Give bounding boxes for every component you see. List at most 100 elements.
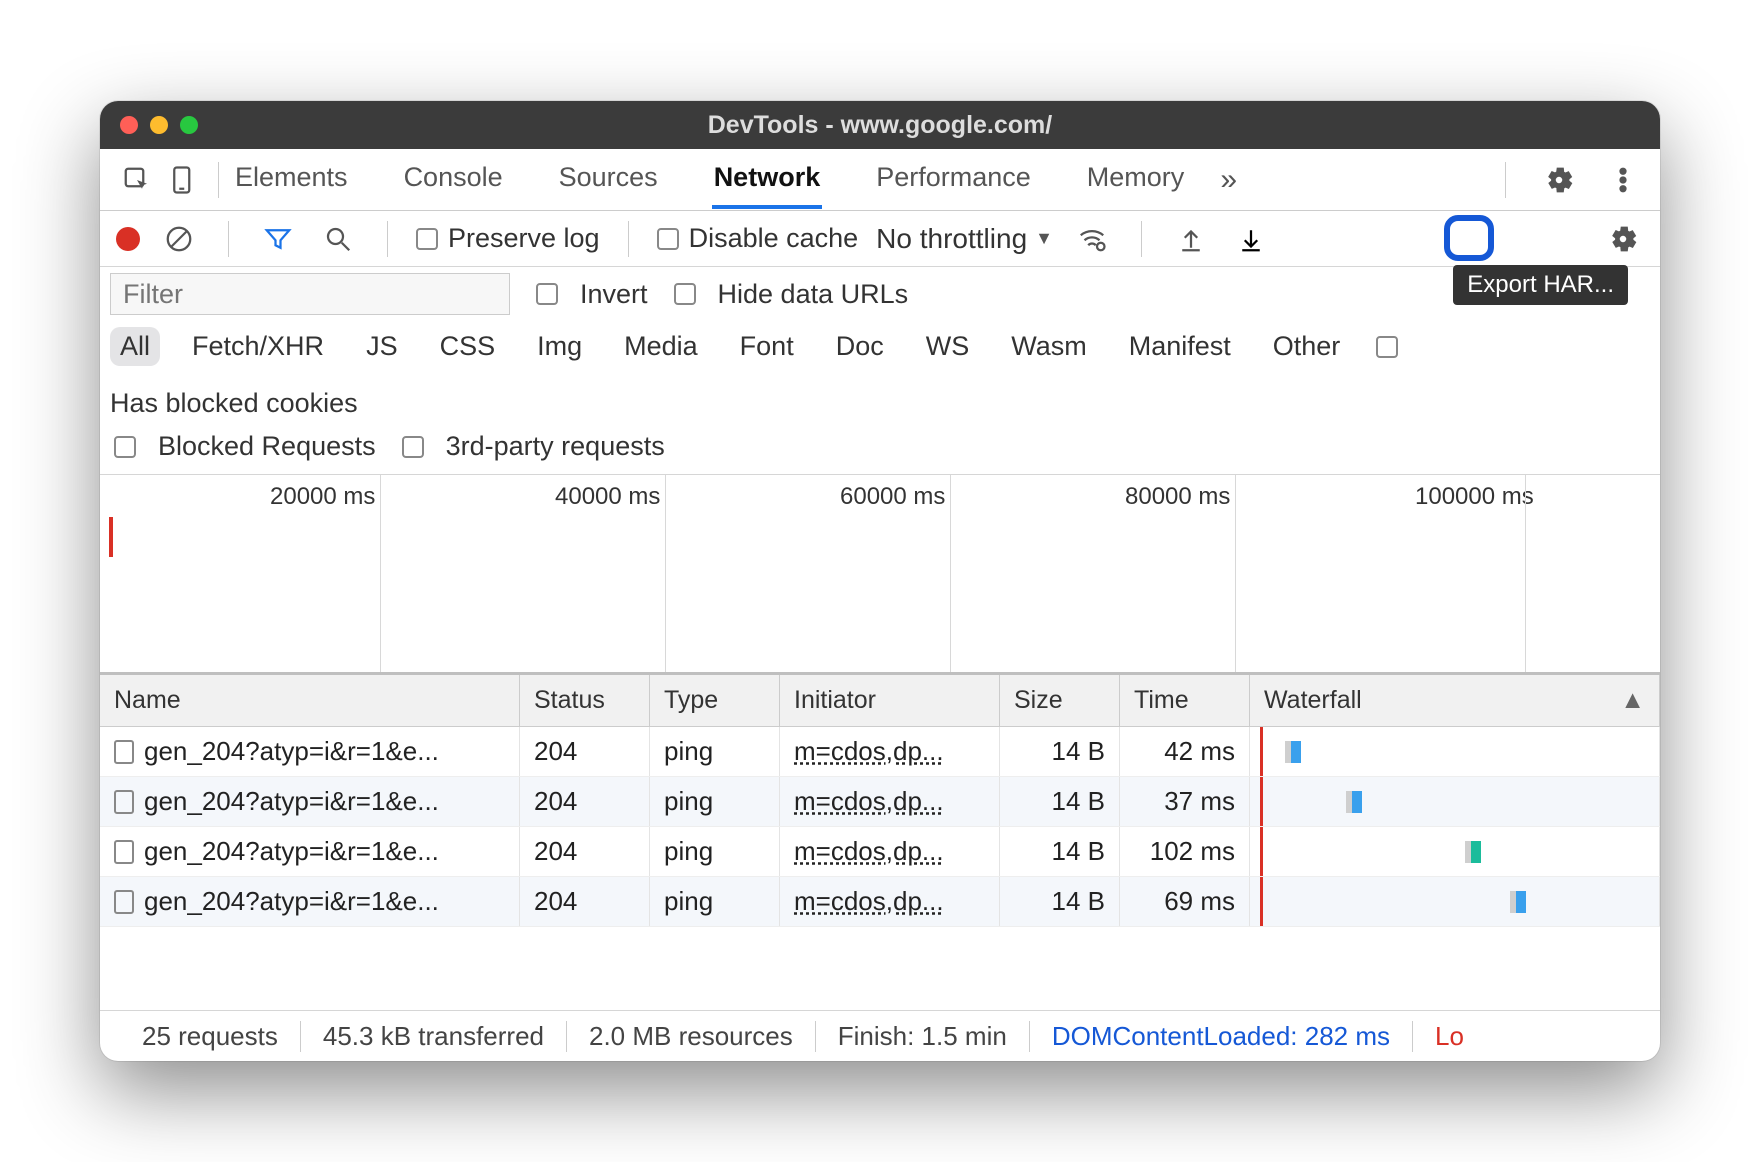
status-load: Lo: [1413, 1021, 1486, 1052]
blocked-requests-label: Blocked Requests: [158, 431, 376, 462]
tab-performance[interactable]: Performance: [874, 150, 1033, 209]
checkbox-icon[interactable]: [402, 436, 424, 458]
record-button[interactable]: [116, 227, 140, 251]
device-toolbar-icon[interactable]: [162, 159, 204, 201]
panel-tabs-row: Elements Console Sources Network Performance…: [100, 149, 1660, 211]
col-status[interactable]: Status: [520, 675, 650, 726]
request-initiator[interactable]: m=cdos,dp...: [780, 727, 1000, 776]
filter-type-font[interactable]: Font: [730, 327, 804, 366]
table-row[interactable]: gen_204?atyp=i&r=1&e...204pingm=cdos,dp.…: [100, 877, 1660, 927]
timeline-tick-label: 100000 ms: [1415, 483, 1534, 511]
import-har-icon[interactable]: [1170, 218, 1212, 260]
file-icon: [114, 740, 134, 764]
checkbox-icon[interactable]: [114, 436, 136, 458]
timeline-tick-label: 20000 ms: [270, 483, 375, 511]
filter-type-all[interactable]: All: [110, 327, 160, 366]
export-har-tooltip: Export HAR...: [1453, 265, 1628, 305]
tab-console[interactable]: Console: [402, 150, 505, 209]
filters-section: Invert Hide data URLs AllFetch/XHRJSCSSI…: [100, 267, 1660, 475]
request-waterfall: [1250, 777, 1660, 826]
status-resources: 2.0 MB resources: [567, 1021, 816, 1052]
network-toolbar: Preserve log Disable cache No throttling…: [100, 211, 1660, 267]
checkbox-icon[interactable]: [536, 283, 558, 305]
request-initiator[interactable]: m=cdos,dp...: [780, 827, 1000, 876]
clear-icon[interactable]: [158, 218, 200, 260]
filter-type-fetch-xhr[interactable]: Fetch/XHR: [182, 327, 334, 366]
timeline-gridline: [380, 475, 381, 672]
type-filter-row: All Fetch/XHR JS CSS Img Media Font Doc WS Wasm Ma…: [110, 327, 1650, 419]
table-row[interactable]: gen_204?atyp=i&r=1&e...204pingm=cdos,dp.…: [100, 727, 1660, 777]
timeline-gridline: [1525, 475, 1526, 672]
col-size[interactable]: Size: [1000, 675, 1120, 726]
checkbox-icon[interactable]: [674, 283, 696, 305]
filter-type-js[interactable]: JS: [356, 327, 408, 366]
table-row[interactable]: gen_204?atyp=i&r=1&e...204pingm=cdos,dp.…: [100, 777, 1660, 827]
disable-cache-label: Disable cache: [689, 223, 859, 254]
col-type[interactable]: Type: [650, 675, 780, 726]
window-title: DevTools - www.google.com/: [100, 111, 1660, 140]
tab-elements[interactable]: Elements: [233, 150, 350, 209]
request-size: 14 B: [1000, 877, 1120, 926]
sort-asc-icon: ▲: [1620, 686, 1645, 715]
tab-memory[interactable]: Memory: [1085, 150, 1187, 209]
request-name: gen_204?atyp=i&r=1&e...: [144, 886, 439, 917]
col-initiator[interactable]: Initiator: [780, 675, 1000, 726]
throttling-select[interactable]: No throttling ▼: [876, 223, 1053, 255]
panel-tabs: Elements Console Sources Network Performance…: [233, 150, 1186, 209]
filter-type-img[interactable]: Img: [527, 327, 592, 366]
tab-sources[interactable]: Sources: [557, 150, 660, 209]
request-initiator[interactable]: m=cdos,dp...: [780, 877, 1000, 926]
filter-input[interactable]: [110, 273, 510, 315]
col-time[interactable]: Time: [1120, 675, 1250, 726]
file-icon: [114, 840, 134, 864]
request-waterfall: [1250, 827, 1660, 876]
tab-network[interactable]: Network: [712, 150, 823, 209]
filter-type-other[interactable]: Other: [1263, 327, 1351, 366]
network-conditions-icon[interactable]: [1071, 218, 1113, 260]
network-settings-icon[interactable]: [1602, 218, 1644, 260]
settings-icon[interactable]: [1538, 159, 1580, 201]
search-icon[interactable]: [317, 218, 359, 260]
table-row[interactable]: gen_204?atyp=i&r=1&e...204pingm=cdos,dp.…: [100, 827, 1660, 877]
request-initiator[interactable]: m=cdos,dp...: [780, 777, 1000, 826]
filter-icon[interactable]: [257, 218, 299, 260]
request-status: 204: [520, 827, 650, 876]
filter-type-css[interactable]: CSS: [430, 327, 506, 366]
request-status: 204: [520, 777, 650, 826]
filter-type-wasm[interactable]: Wasm: [1001, 327, 1097, 366]
third-party-label: 3rd-party requests: [446, 431, 665, 462]
filter-type-media[interactable]: Media: [614, 327, 708, 366]
inspect-element-icon[interactable]: [116, 159, 158, 201]
filter-type-doc[interactable]: Doc: [826, 327, 894, 366]
timeline-overview[interactable]: 20000 ms40000 ms60000 ms80000 ms100000 m…: [100, 475, 1660, 675]
status-transferred: 45.3 kB transferred: [301, 1021, 567, 1052]
checkbox-icon: [657, 228, 679, 250]
more-tabs-icon[interactable]: »: [1220, 163, 1237, 197]
status-domcontentloaded: DOMContentLoaded: 282 ms: [1030, 1021, 1413, 1052]
export-har-icon[interactable]: [1230, 218, 1272, 260]
devtools-window: DevTools - www.google.com/ Elements Conso…: [100, 101, 1660, 1061]
highlight-ring: [1444, 215, 1494, 261]
separator: [1505, 162, 1506, 198]
col-name[interactable]: Name: [100, 675, 520, 726]
separator: [628, 221, 629, 257]
preserve-log-toggle[interactable]: Preserve log: [416, 223, 600, 254]
request-table: Name Status Type Initiator Size Time Wat…: [100, 675, 1660, 1011]
timeline-cursor: [109, 517, 113, 557]
checkbox-icon: [416, 228, 438, 250]
col-waterfall[interactable]: Waterfall ▲: [1250, 675, 1660, 726]
request-size: 14 B: [1000, 777, 1120, 826]
timeline-gridline: [950, 475, 951, 672]
separator: [1141, 221, 1142, 257]
hide-data-urls-label: Hide data URLs: [718, 279, 909, 310]
chevron-down-icon: ▼: [1035, 228, 1053, 249]
request-time: 69 ms: [1120, 877, 1250, 926]
checkbox-icon[interactable]: [1376, 336, 1398, 358]
request-name: gen_204?atyp=i&r=1&e...: [144, 736, 439, 767]
disable-cache-toggle[interactable]: Disable cache: [657, 223, 859, 254]
filter-type-ws[interactable]: WS: [916, 327, 980, 366]
has-blocked-cookies-label: Has blocked cookies: [110, 388, 358, 419]
request-status: 204: [520, 877, 650, 926]
filter-type-manifest[interactable]: Manifest: [1119, 327, 1241, 366]
kebab-menu-icon[interactable]: [1602, 159, 1644, 201]
